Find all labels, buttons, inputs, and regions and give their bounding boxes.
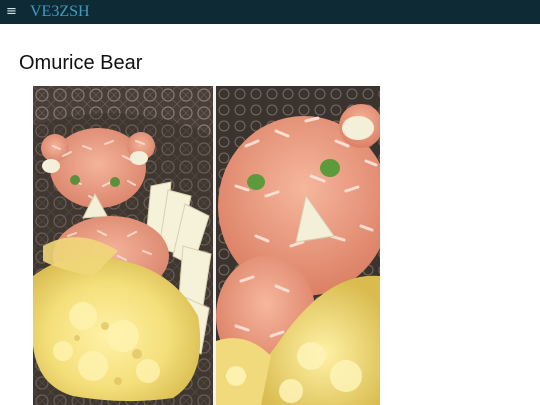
omurice-bear-photo-2[interactable] [216, 86, 380, 405]
omurice-bear-photo-1-image [33, 86, 213, 405]
site-title-link[interactable]: VE3ZSH [30, 2, 90, 22]
omurice-bear-photo-1[interactable] [33, 86, 213, 405]
page-title: Omurice Bear [19, 52, 143, 74]
top-navigation-bar: ≡ VE3ZSH [0, 0, 540, 24]
hamburger-menu-icon[interactable]: ≡ [6, 4, 20, 20]
omurice-bear-photo-2-image [216, 86, 380, 405]
